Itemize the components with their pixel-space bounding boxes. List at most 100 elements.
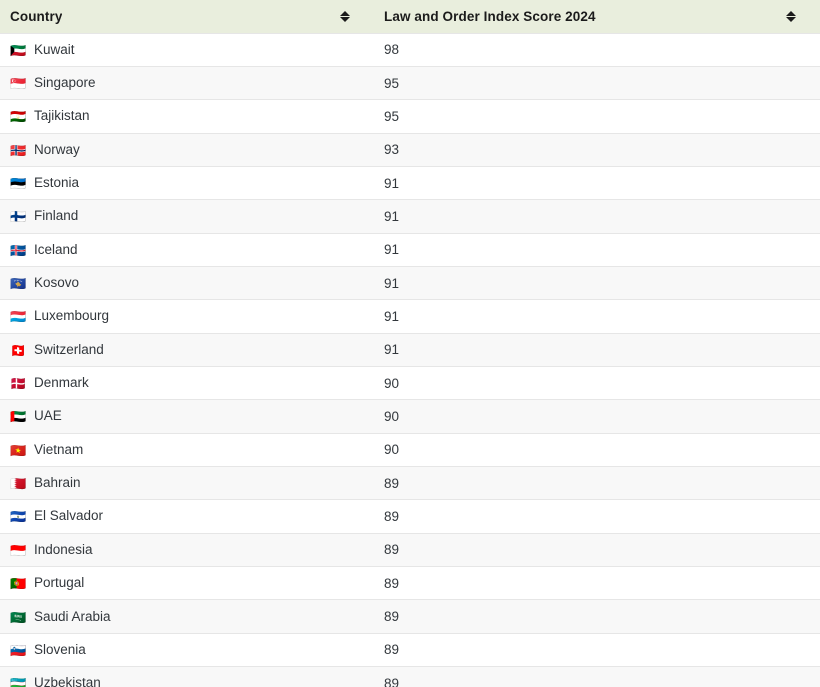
cell-country: 🇧🇭 Bahrain	[0, 465, 374, 500]
cell-country: 🇸🇬 Singapore	[0, 65, 374, 100]
cell-country: 🇺🇿 Uzbekistan	[0, 666, 374, 687]
country-name-label: Norway	[34, 141, 80, 157]
country-flag-icon: 🇸🇻	[10, 510, 27, 526]
cell-country: 🇹🇯 Tajikistan	[0, 99, 374, 134]
country-flag-icon: 🇩🇰	[10, 377, 27, 393]
cell-country: 🇸🇮 Slovenia	[0, 632, 374, 667]
cell-score: 98	[374, 32, 820, 67]
cell-country: 🇫🇮 Finland	[0, 199, 374, 234]
cell-score: 89	[374, 632, 820, 667]
country-name-label: Finland	[34, 208, 79, 224]
table-row[interactable]: 🇧🇭 Bahrain 89	[0, 465, 820, 500]
country-flag-icon: 🇦🇪	[10, 410, 27, 426]
cell-score: 90	[374, 399, 820, 434]
table-row[interactable]: 🇺🇿 Uzbekistan 89	[0, 666, 820, 687]
cell-score: 95	[374, 99, 820, 134]
table-header-row: Country Law and Order Index Score 2024	[0, 0, 820, 33]
cell-country: 🇮🇩 Indonesia	[0, 532, 374, 567]
table-row[interactable]: 🇮🇸 Iceland 91	[0, 232, 820, 267]
cell-country: 🇵🇹 Portugal	[0, 565, 374, 600]
country-flag-icon: 🇫🇮	[10, 210, 27, 226]
country-name-label: Portugal	[34, 575, 85, 591]
column-header-score[interactable]: Law and Order Index Score 2024	[374, 0, 820, 33]
cell-score: 90	[374, 365, 820, 400]
cell-country: 🇮🇸 Iceland	[0, 232, 374, 267]
cell-country: 🇸🇻 El Salvador	[0, 499, 374, 534]
table-row[interactable]: 🇵🇹 Portugal 89	[0, 565, 820, 600]
table-row[interactable]: 🇹🇯 Tajikistan 95	[0, 99, 820, 134]
country-name-label: El Salvador	[34, 508, 104, 524]
country-name-label: Estonia	[34, 175, 80, 191]
cell-score: 89	[374, 465, 820, 500]
country-name-label: Saudi Arabia	[34, 608, 111, 624]
country-name-label: Tajikistan	[34, 108, 90, 124]
table-row[interactable]: 🇨🇭 Switzerland 91	[0, 332, 820, 367]
cell-country: 🇦🇪 UAE	[0, 399, 374, 434]
table-row[interactable]: 🇸🇮 Slovenia 89	[0, 632, 820, 667]
cell-country: 🇽🇰 Kosovo	[0, 265, 374, 300]
column-header-country[interactable]: Country	[0, 0, 374, 33]
cell-score: 89	[374, 532, 820, 567]
table-row[interactable]: 🇪🇪 Estonia 91	[0, 165, 820, 200]
cell-score: 90	[374, 432, 820, 467]
cell-score: 91	[374, 232, 820, 267]
table-row[interactable]: 🇽🇰 Kosovo 91	[0, 265, 820, 300]
country-flag-icon: 🇽🇰	[10, 277, 27, 293]
country-name-label: UAE	[34, 408, 62, 424]
country-flag-icon: 🇸🇬	[10, 77, 27, 93]
law-and-order-index-table: Country Law and Order Index Score 2024 🇰…	[0, 0, 820, 687]
cell-score: 89	[374, 565, 820, 600]
country-flag-icon: 🇱🇺	[10, 310, 27, 326]
table-row[interactable]: 🇫🇮 Finland 91	[0, 199, 820, 234]
cell-country: 🇳🇴 Norway	[0, 132, 374, 167]
cell-score: 89	[374, 599, 820, 634]
cell-country: 🇰🇼 Kuwait	[0, 32, 374, 67]
cell-score: 89	[374, 499, 820, 534]
country-flag-icon: 🇰🇼	[10, 43, 27, 59]
country-name-label: Slovenia	[34, 641, 86, 657]
cell-score: 95	[374, 65, 820, 100]
country-flag-icon: 🇮🇩	[10, 543, 27, 559]
table-row[interactable]: 🇻🇳 Vietnam 90	[0, 432, 820, 467]
country-flag-icon: 🇹🇯	[10, 110, 27, 126]
sort-updown-icon-country[interactable]	[339, 10, 350, 22]
cell-country: 🇸🇦 Saudi Arabia	[0, 599, 374, 634]
country-flag-icon: 🇧🇭	[10, 477, 27, 493]
country-name-label: Kuwait	[34, 41, 75, 57]
country-name-label: Iceland	[34, 241, 78, 257]
table-row[interactable]: 🇸🇻 El Salvador 89	[0, 499, 820, 534]
sort-updown-icon-score[interactable]	[785, 10, 796, 22]
cell-country: 🇱🇺 Luxembourg	[0, 299, 374, 334]
law-and-order-index-table-container: Country Law and Order Index Score 2024 🇰…	[0, 0, 820, 687]
country-name-label: Uzbekistan	[34, 675, 101, 687]
table-row[interactable]: 🇸🇬 Singapore 95	[0, 65, 820, 100]
country-flag-icon: 🇸🇮	[10, 643, 27, 659]
country-flag-icon: 🇻🇳	[10, 443, 27, 459]
country-name-label: Kosovo	[34, 275, 80, 291]
cell-score: 91	[374, 332, 820, 367]
table-row[interactable]: 🇸🇦 Saudi Arabia 89	[0, 599, 820, 634]
cell-score: 89	[374, 666, 820, 687]
country-name-label: Singapore	[34, 75, 96, 91]
table-row[interactable]: 🇳🇴 Norway 93	[0, 132, 820, 167]
table-row[interactable]: 🇰🇼 Kuwait 98	[0, 32, 820, 67]
cell-country: 🇻🇳 Vietnam	[0, 432, 374, 467]
country-name-label: Vietnam	[34, 441, 84, 457]
table-row[interactable]: 🇩🇰 Denmark 90	[0, 365, 820, 400]
table-row[interactable]: 🇮🇩 Indonesia 89	[0, 532, 820, 567]
cell-country: 🇩🇰 Denmark	[0, 365, 374, 400]
table-row[interactable]: 🇱🇺 Luxembourg 91	[0, 299, 820, 334]
table-row[interactable]: 🇦🇪 UAE 90	[0, 399, 820, 434]
country-flag-icon: 🇸🇦	[10, 610, 27, 626]
cell-score: 91	[374, 199, 820, 234]
cell-score: 91	[374, 299, 820, 334]
column-header-country-label: Country	[10, 8, 63, 24]
country-name-label: Switzerland	[34, 341, 104, 357]
cell-score: 91	[374, 265, 820, 300]
country-name-label: Indonesia	[34, 541, 93, 557]
country-flag-icon: 🇪🇪	[10, 177, 27, 193]
cell-score: 91	[374, 165, 820, 200]
cell-country: 🇪🇪 Estonia	[0, 165, 374, 200]
country-flag-icon: 🇵🇹	[10, 577, 27, 593]
country-flag-icon: 🇳🇴	[10, 143, 27, 159]
